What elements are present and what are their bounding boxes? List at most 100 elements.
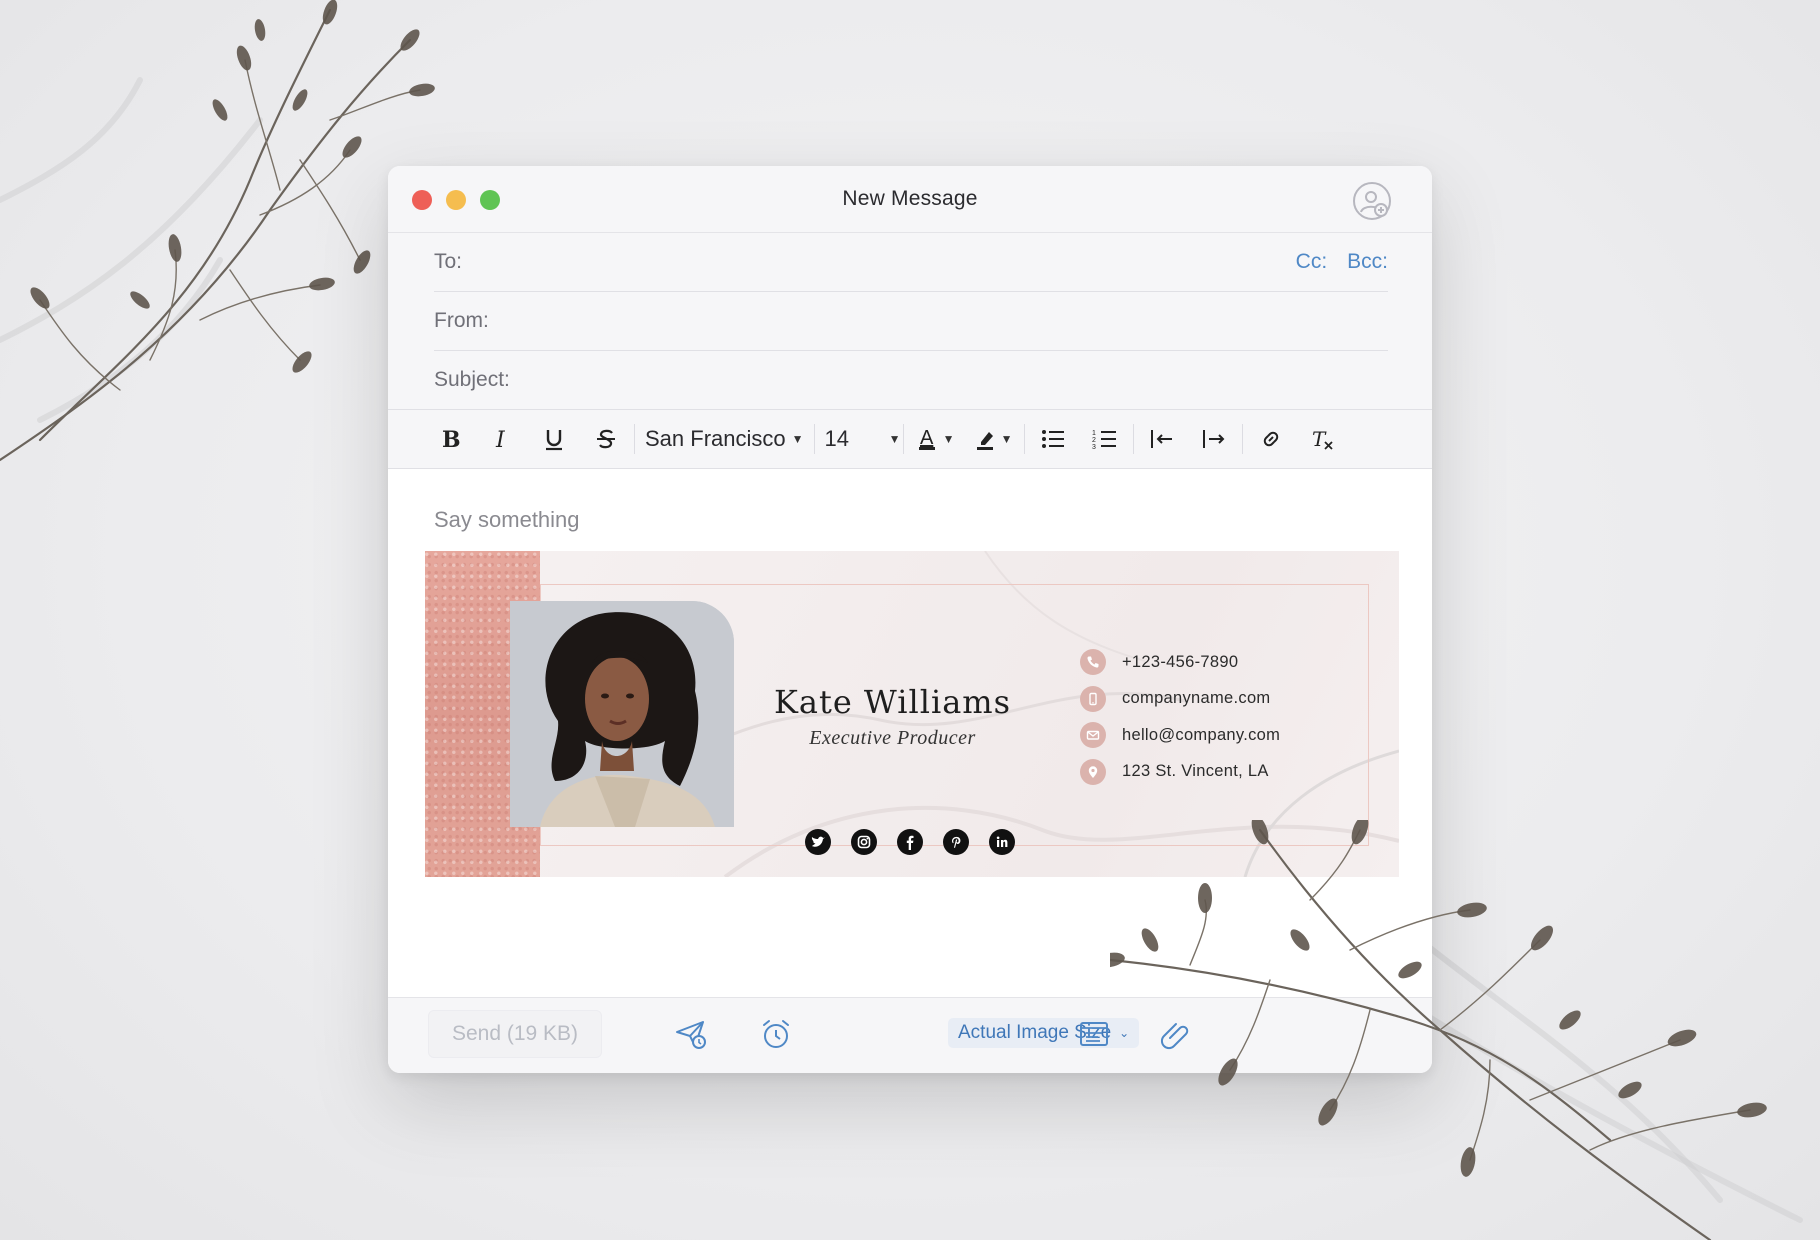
from-label: From:	[434, 309, 489, 332]
svg-text:1: 1	[1092, 430, 1096, 437]
location-pin-icon	[1080, 758, 1106, 785]
paperclip-icon	[1160, 1023, 1189, 1050]
clear-formatting-button[interactable]: T	[1297, 417, 1349, 461]
contact-website-row: companyname.com	[1080, 681, 1280, 718]
highlighter-icon	[976, 432, 993, 450]
format-bar-icon	[1080, 1022, 1108, 1046]
window-title: New Message	[842, 187, 978, 210]
message-header-fields: To: Cc: Bcc: From: Subject:	[388, 233, 1432, 409]
maximize-window-button[interactable]	[480, 190, 500, 210]
contact-phone-row: +123-456-7890	[1080, 644, 1280, 681]
svg-text:2: 2	[1092, 437, 1096, 444]
social-links	[805, 829, 1015, 855]
toolbar-separator	[813, 424, 815, 454]
svg-text:B: B	[442, 427, 461, 452]
indent-button[interactable]	[1188, 417, 1240, 461]
bulleted-list-icon	[1041, 430, 1064, 448]
email-signature: Kate Williams Executive Producer +123-45…	[425, 551, 1399, 877]
link-icon	[1263, 431, 1278, 447]
bold-button[interactable]: B	[424, 417, 476, 461]
contact-email-text[interactable]: hello@company.com	[1122, 726, 1280, 745]
contact-phone-text[interactable]: +123-456-7890	[1122, 653, 1238, 672]
bold-icon: B	[442, 427, 461, 452]
font-family-select[interactable]: San Francisco ▼	[637, 417, 812, 461]
alarm-clock-icon	[763, 1020, 789, 1048]
highlight-color-button[interactable]: ▼	[964, 417, 1022, 461]
chevron-down-icon: ▼	[791, 432, 804, 446]
to-label: To:	[434, 250, 463, 273]
title-bar: New Message	[388, 166, 1432, 233]
contact-address-row: 123 St. Vincent, LA	[1080, 754, 1280, 791]
phone-icon	[1080, 649, 1106, 676]
instagram-link[interactable]	[851, 829, 877, 855]
contact-address-text: 123 St. Vincent, LA	[1122, 762, 1269, 781]
add-contact-button[interactable]	[1352, 181, 1392, 221]
body-placeholder: Say something	[434, 507, 580, 532]
text-color-button[interactable]: A ▼	[906, 417, 964, 461]
message-body[interactable]: Say something Kate Williams Executive Pr…	[388, 469, 1432, 1004]
subject-row: Subject:	[434, 351, 1388, 409]
font-size-value: 14	[824, 426, 849, 451]
send-later-icon	[676, 1021, 706, 1049]
signature-name: Kate Williams	[773, 683, 1012, 721]
formatting-toolbar: B I San Francisco ▼ 14 ▼ A ▼ ▼ 1 2 3 T	[388, 409, 1432, 469]
font-size-select[interactable]: 14 ▼	[817, 417, 901, 461]
bulleted-list-button[interactable]	[1027, 417, 1079, 461]
pinterest-link[interactable]	[943, 829, 969, 855]
format-bar-toggle-button[interactable]	[1076, 1016, 1112, 1052]
instagram-icon	[857, 835, 871, 849]
svg-text:A: A	[920, 427, 934, 449]
contact-email-row: hello@company.com	[1080, 717, 1280, 754]
toolbar-separator	[902, 424, 904, 454]
toolbar-separator	[1241, 424, 1243, 454]
to-input[interactable]	[462, 241, 1276, 283]
strikethrough-button[interactable]	[580, 417, 632, 461]
italic-icon: I	[495, 428, 506, 452]
cc-button[interactable]: Cc:	[1296, 250, 1328, 274]
chevron-down-icon: ⌄	[1119, 1026, 1130, 1040]
send-later-button[interactable]	[673, 1016, 709, 1052]
to-row: To: Cc: Bcc:	[434, 233, 1388, 292]
attach-file-button[interactable]	[1156, 1016, 1192, 1052]
underline-button[interactable]	[528, 417, 580, 461]
toolbar-separator	[634, 424, 635, 454]
mobile-device-icon	[1080, 685, 1106, 712]
close-window-button[interactable]	[412, 190, 432, 210]
linkedin-icon	[996, 836, 1008, 847]
person-portrait-image	[510, 601, 734, 827]
from-row: From:	[434, 292, 1388, 351]
insert-link-button[interactable]	[1245, 417, 1297, 461]
subject-input[interactable]	[509, 359, 1388, 401]
linkedin-link[interactable]	[989, 829, 1015, 855]
font-family-value: San Francisco	[645, 426, 786, 451]
indent-icon	[1202, 430, 1224, 448]
strikethrough-icon	[597, 429, 615, 449]
minimize-window-button[interactable]	[446, 190, 466, 210]
svg-text:T: T	[1312, 427, 1327, 451]
chevron-down-icon: ▼	[942, 432, 955, 446]
reminder-button[interactable]	[758, 1016, 794, 1052]
signature-role: Executive Producer	[809, 727, 976, 749]
chevron-down-icon: ▼	[1000, 432, 1013, 446]
twitter-link[interactable]	[805, 829, 831, 855]
facebook-link[interactable]	[897, 829, 923, 855]
from-input[interactable]	[488, 300, 1388, 342]
svg-text:I: I	[495, 428, 506, 452]
profile-photo	[510, 601, 734, 827]
bcc-button[interactable]: Bcc:	[1347, 250, 1388, 274]
outdent-button[interactable]	[1136, 417, 1188, 461]
compose-footer: Send (19 KB) Actual Image Size ⌄	[388, 997, 1432, 1073]
new-message-window: New Message To: Cc: Bcc: From: Subject:	[388, 166, 1432, 1073]
contact-website-text[interactable]: companyname.com	[1122, 689, 1270, 708]
numbered-list-icon: 123	[1092, 430, 1116, 451]
italic-button[interactable]: I	[476, 417, 528, 461]
outdent-icon	[1150, 430, 1172, 448]
add-contact-icon	[1353, 182, 1391, 220]
numbered-list-button[interactable]: 123	[1079, 417, 1131, 461]
send-button[interactable]: Send (19 KB)	[428, 1010, 602, 1058]
facebook-icon	[906, 835, 914, 850]
toolbar-separator	[1132, 424, 1134, 454]
clear-formatting-icon: T	[1312, 427, 1333, 451]
chevron-down-icon: ▼	[888, 432, 901, 446]
envelope-icon	[1080, 722, 1106, 749]
